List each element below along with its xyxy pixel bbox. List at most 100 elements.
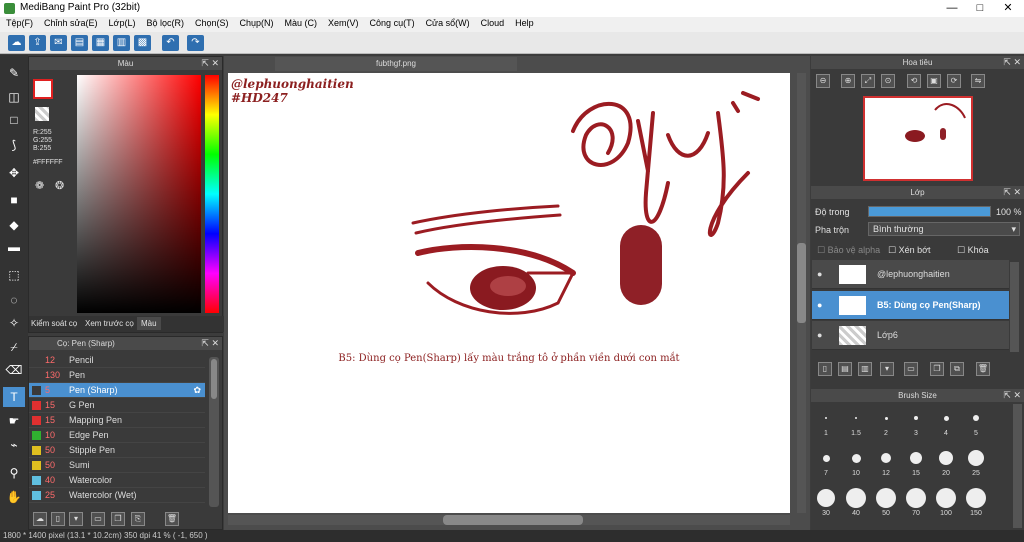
lasso-icon[interactable]: ◌ [3, 290, 25, 310]
opacity-slider[interactable] [868, 206, 991, 217]
rotate-right-icon[interactable]: ⟳ [947, 74, 961, 88]
panel-menu-icon[interactable]: ⇱ ✕ [1003, 389, 1021, 402]
brush-size-dot[interactable] [822, 454, 830, 462]
layer-row[interactable]: ● Lớp6 [812, 321, 1009, 350]
move-icon[interactable]: ✥ [3, 163, 25, 183]
layer-visibility-icon[interactable]: ● [817, 291, 825, 320]
menu-file[interactable]: Tệp(F) [0, 17, 38, 28]
brush-list-item[interactable]: 130 Pen [29, 368, 205, 383]
brush-list-scrollbar[interactable] [209, 357, 219, 507]
brush-size-dot[interactable] [881, 453, 891, 463]
menu-edit[interactable]: Chỉnh sửa(E) [38, 17, 103, 28]
canvas-paper[interactable]: @lephuonghaitien #HD247 B5: Dùng cọ Pen(… [228, 73, 790, 513]
brush-size-dot[interactable] [817, 489, 835, 507]
color-wheel-icon[interactable]: ❂ [55, 179, 64, 192]
blend-mode-select[interactable]: Bình thường ▾ [868, 222, 1020, 236]
new-brush-icon[interactable]: ▯ [51, 512, 65, 526]
foreground-color-swatch[interactable] [33, 79, 53, 99]
eraser-icon[interactable]: ◫ [3, 87, 25, 107]
bucket-icon[interactable]: ◆ [3, 215, 25, 235]
brush-size-dot[interactable] [968, 450, 984, 466]
saturation-value-picker[interactable] [77, 75, 201, 313]
rect-select-icon[interactable]: □ [3, 110, 25, 130]
brush-size-dot[interactable] [943, 415, 949, 421]
minimize-button[interactable]: — [938, 0, 966, 17]
select-pen-icon[interactable]: ⌿ [3, 337, 25, 357]
fit-icon[interactable]: ⤢ [861, 74, 875, 88]
brush-size-dot[interactable] [846, 488, 866, 508]
brush-icon[interactable]: ✎ [3, 63, 25, 83]
brush-folder-icon[interactable]: ▭ [91, 512, 105, 526]
grid-icon[interactable]: ▩ [134, 35, 151, 51]
brush-size-dot[interactable] [936, 488, 956, 508]
brush-list-item[interactable]: 40 Watercolor [29, 473, 205, 488]
reset-icon[interactable]: ▣ [927, 74, 941, 88]
brush-size-dot[interactable] [939, 451, 953, 465]
rotate-left-icon[interactable]: ⟲ [907, 74, 921, 88]
panel-menu-icon[interactable]: ⇱ ✕ [201, 57, 219, 70]
gradient-icon[interactable]: ▬ [3, 237, 25, 257]
zoom-out-icon[interactable]: ⊖ [816, 74, 830, 88]
tab-brush-preview[interactable]: Xem trước cọ [85, 319, 134, 328]
material-icon[interactable]: ▥ [113, 35, 130, 51]
cloud-icon[interactable]: ☁ [8, 35, 25, 51]
eyedropper-icon[interactable]: ⚲ [3, 463, 25, 483]
lasso-brush-icon[interactable]: ⟆ [3, 135, 25, 155]
brush-list-item[interactable]: 25 Watercolor (Wet) [29, 488, 205, 503]
layer-row[interactable]: ● @lephuonghaitien [812, 260, 1009, 289]
layer-scrollbar[interactable] [1010, 262, 1019, 352]
brush-list-item[interactable]: 5 Pen (Sharp) ✿ [29, 383, 205, 398]
menu-filter[interactable]: Bộ lọc(R) [140, 17, 189, 28]
brush-size-dot[interactable] [855, 417, 857, 419]
menu-tools[interactable]: Công cụ(T) [364, 17, 420, 28]
settings-gear-icon[interactable]: ✿ [193, 383, 201, 398]
brush-size-dot[interactable] [966, 488, 986, 508]
brush-size-dot[interactable] [910, 452, 922, 464]
layer-folder-icon[interactable]: ▭ [904, 362, 918, 376]
menu-snap[interactable]: Chụp(N) [234, 17, 279, 28]
tab-color[interactable]: Màu [137, 317, 161, 330]
select-icon[interactable]: ⬚ [3, 265, 25, 285]
menu-cloud[interactable]: Cloud [475, 17, 510, 28]
copy-icon[interactable]: ⎘ [131, 512, 145, 526]
layer-visibility-icon[interactable]: ● [817, 321, 825, 350]
brush-size-dot[interactable] [851, 453, 861, 463]
fill-rect-icon[interactable]: ■ [3, 190, 25, 210]
brush-list-item[interactable]: 10 Edge Pen [29, 428, 205, 443]
navigator-preview[interactable] [863, 96, 973, 181]
delete-brush-icon[interactable]: 🗑 [165, 512, 179, 526]
panel-menu-icon[interactable]: ⇱ ✕ [201, 337, 219, 350]
operation-icon[interactable]: ☛ [3, 411, 25, 431]
lock-checkbox[interactable]: ☐ Khóa [957, 245, 989, 256]
menu-select[interactable]: Chọn(S) [189, 17, 234, 28]
brush-size-scrollbar[interactable] [1013, 404, 1022, 528]
merge-layer-icon[interactable]: ⧉ [950, 362, 964, 376]
comment-icon[interactable]: ✉ [50, 35, 67, 51]
brush-size-dot[interactable] [884, 416, 888, 420]
menu-window[interactable]: Cửa sổ(W) [420, 17, 475, 28]
document-icon[interactable]: ▦ [92, 35, 109, 51]
protect-alpha-checkbox[interactable]: ☐ Bảo vệ alpha [817, 245, 880, 256]
delete-layer-icon[interactable]: 🗑 [976, 362, 990, 376]
text-icon[interactable]: T [3, 387, 25, 407]
brush-size-dot[interactable] [973, 415, 979, 421]
duplicate-brush-icon[interactable]: ❐ [111, 512, 125, 526]
menu-help[interactable]: Help [509, 17, 539, 28]
clip-checkbox[interactable]: ☐ Xén bớt [888, 245, 931, 256]
layer-visibility-icon[interactable]: ● [817, 260, 825, 289]
panel-menu-icon[interactable]: ⇱ ✕ [1003, 56, 1021, 69]
brush-size-dot[interactable] [914, 416, 918, 420]
new-halftone-layer-icon[interactable]: ▤ [838, 362, 852, 376]
transparent-swatch[interactable] [35, 107, 49, 121]
brush-list-item[interactable]: 15 G Pen [29, 398, 205, 413]
layer-menu-icon[interactable]: ▾ [880, 362, 894, 376]
brush-list-item[interactable]: 15 Mapping Pen [29, 413, 205, 428]
brush-menu-icon[interactable]: ▾ [69, 512, 83, 526]
zoom-icon[interactable]: ⊙ [881, 74, 895, 88]
duplicate-layer-icon[interactable]: ❐ [930, 362, 944, 376]
menu-layer[interactable]: Lớp(L) [103, 17, 141, 28]
brush-list-item[interactable]: 50 Stipple Pen [29, 443, 205, 458]
tab-brush-control[interactable]: Kiểm soát cọ [31, 319, 77, 328]
brush-list-item[interactable]: 50 Sumi [29, 458, 205, 473]
close-button[interactable]: ✕ [994, 0, 1022, 17]
